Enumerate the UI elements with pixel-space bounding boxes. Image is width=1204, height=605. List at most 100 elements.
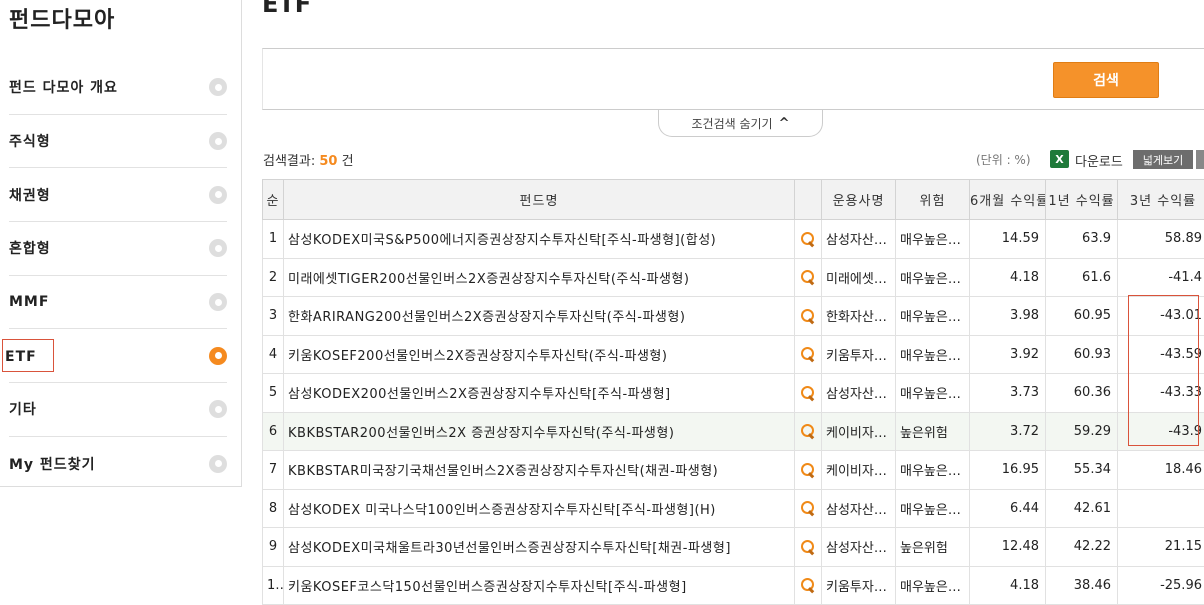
rank-cell: 9	[262, 527, 284, 567]
table-row[interactable]: 3 한화ARIRANG200선물인버스2X증권상장지수투자신탁(주식-파생형) 한화…	[262, 296, 1204, 336]
magnifier-icon[interactable]	[800, 308, 816, 324]
col-header-risk[interactable]: 위험	[895, 179, 970, 220]
table-body: 1 삼성KODEX미국S&P500에너지증권상장지수투자신탁[주식-파생형](합성…	[262, 219, 1204, 605]
detail-search-icon[interactable]	[794, 373, 822, 413]
table-row[interactable]: 5 삼성KODEX200선물인버스2X증권상장지수투자신탁[주식-파생형] 삼성자산…	[262, 373, 1204, 413]
fund-table: 순 펀드명 운용사명 위험 6개월 수익률 1년 수익률 3년 수익률 1 삼성K…	[262, 179, 1204, 605]
return-3y-cell: -43.9	[1117, 411, 1204, 451]
fund-name-cell[interactable]: 미래에셋TIGER200선물인버스2X증권상장지수투자신탁(주식-파생형)	[283, 257, 795, 297]
radio-dot-icon	[209, 454, 227, 473]
detail-search-icon[interactable]	[794, 296, 822, 336]
detail-search-icon[interactable]	[794, 488, 822, 528]
fund-name-cell[interactable]: 삼성KODEX 미국나스닥100인버스증권상장지수투자신탁[주식-파생형](H)	[283, 488, 795, 528]
detail-search-icon[interactable]	[794, 334, 822, 374]
table-row[interactable]: 4 키움KOSEF200선물인버스2X증권상장지수투자신탁(주식-파생형) 키움투자…	[262, 334, 1204, 374]
detail-search-icon[interactable]	[794, 450, 822, 490]
fund-name-cell[interactable]: 삼성KODEX200선물인버스2X증권상장지수투자신탁[주식-파생형]	[283, 373, 795, 413]
return-6m-cell: 6.44	[969, 488, 1046, 528]
excel-icon[interactable]: X	[1050, 150, 1069, 168]
table-row[interactable]: 8 삼성KODEX 미국나스닥100인버스증권상장지수투자신탁[주식-파생형](H…	[262, 488, 1204, 528]
sidebar-item-label: ETF	[2, 339, 54, 373]
manager-cell: 키움투자자산운용	[821, 334, 896, 374]
magnifier-icon[interactable]	[800, 500, 816, 516]
radio-dot-icon	[209, 78, 227, 97]
result-label: 검색결과:	[263, 154, 316, 169]
table-row[interactable]: 1 삼성KODEX미국S&P500에너지증권상장지수투자신탁[주식-파생형](합성…	[262, 219, 1204, 259]
col-header-rank[interactable]: 순	[262, 179, 284, 220]
result-count: 50	[319, 154, 338, 169]
col-header-return-1y[interactable]: 1년 수익률	[1045, 179, 1118, 220]
download-link[interactable]: 다운로드	[1075, 151, 1123, 170]
magnifier-icon[interactable]	[800, 423, 816, 439]
table-header-row: 순 펀드명 운용사명 위험 6개월 수익률 1년 수익률 3년 수익률	[262, 179, 1204, 220]
manager-cell: 삼성자산운용	[821, 488, 896, 528]
risk-cell: 매우높은위험	[895, 488, 970, 528]
sidebar-item-mmf[interactable]: MMF	[9, 276, 227, 330]
return-1y-cell: 42.22	[1045, 527, 1118, 567]
magnifier-icon[interactable]	[800, 385, 816, 401]
hide-conditions-toggle[interactable]: 조건검색 숨기기 ^	[658, 110, 823, 137]
return-6m-cell: 3.72	[969, 411, 1046, 451]
magnifier-icon[interactable]	[800, 231, 816, 247]
fund-name-cell[interactable]: KBKBSTAR미국장기국채선물인버스2X증권상장지수투자신탁(채권-파생형)	[283, 450, 795, 490]
magnifier-icon[interactable]	[800, 269, 816, 285]
fund-name-cell[interactable]: 키움KOSEF코스닥150선물인버스증권상장지수투자신탁[주식-파생형]	[283, 565, 795, 605]
return-6m-cell: 14.59	[969, 219, 1046, 259]
wide-view-button[interactable]: 넓게보기	[1133, 150, 1193, 169]
detail-search-icon[interactable]	[794, 527, 822, 567]
fund-name-cell[interactable]: 한화ARIRANG200선물인버스2X증권상장지수투자신탁(주식-파생형)	[283, 296, 795, 336]
fund-name-cell[interactable]: KBKBSTAR200선물인버스2X 증권상장지수투자신탁(주식-파생형)	[283, 411, 795, 451]
detail-search-icon[interactable]	[794, 565, 822, 605]
return-3y-cell: -43.01	[1117, 296, 1204, 336]
detail-search-icon[interactable]	[794, 411, 822, 451]
sidebar-item-mixed[interactable]: 혼합형	[9, 222, 227, 276]
result-unit: 건	[341, 154, 354, 169]
sidebar-item-etf[interactable]: ETF	[2, 329, 227, 384]
fund-name-cell[interactable]: 삼성KODEX미국S&P500에너지증권상장지수투자신탁[주식-파생형](합성)	[283, 219, 795, 259]
fund-name-cell[interactable]: 키움KOSEF200선물인버스2X증권상장지수투자신탁(주식-파생형)	[283, 334, 795, 374]
manager-cell: 케이비자산운용	[821, 450, 896, 490]
table-row[interactable]: 6 KBKBSTAR200선물인버스2X 증권상장지수투자신탁(주식-파생형) 케이…	[262, 411, 1204, 451]
fund-name-cell[interactable]: 삼성KODEX미국채울트라30년선물인버스증권상장지수투자신탁[채권-파생형]	[283, 527, 795, 567]
return-1y-cell: 38.46	[1045, 565, 1118, 605]
col-header-return-6m[interactable]: 6개월 수익률	[969, 179, 1046, 220]
wide-view-extra-button[interactable]	[1196, 150, 1204, 169]
table-row[interactable]: 2 미래에셋TIGER200선물인버스2X증권상장지수투자신탁(주식-파생형) 미래…	[262, 257, 1204, 297]
manager-cell: 한화자산운용	[821, 296, 896, 336]
sidebar-item-label: 펀드 다모아 개요	[9, 80, 118, 97]
detail-search-icon[interactable]	[794, 257, 822, 297]
return-6m-cell: 4.18	[969, 257, 1046, 297]
risk-cell: 매우높은위험	[895, 373, 970, 413]
risk-cell: 매우높은위험	[895, 296, 970, 336]
radio-dot-icon	[209, 293, 227, 312]
sidebar-item-label: My 펀드찾기	[9, 456, 96, 473]
return-6m-cell: 16.95	[969, 450, 1046, 490]
sidebar-item-bond[interactable]: 채권형	[9, 168, 227, 223]
detail-search-icon[interactable]	[794, 219, 822, 259]
return-6m-cell: 4.18	[969, 565, 1046, 605]
sidebar-item-my-fund[interactable]: My 펀드찾기	[9, 437, 227, 491]
table-row[interactable]: 9 삼성KODEX미국채울트라30년선물인버스증권상장지수투자신탁[채권-파생형]…	[262, 527, 1204, 567]
sidebar-item-overview[interactable]: 펀드 다모아 개요	[9, 61, 227, 115]
table-row[interactable]: 7 KBKBSTAR미국장기국채선물인버스2X증권상장지수투자신탁(채권-파생형)…	[262, 450, 1204, 490]
table-row[interactable]: 10 키움KOSEF코스닥150선물인버스증권상장지수투자신탁[주식-파생형] 키움…	[262, 565, 1204, 605]
col-header-fund-name[interactable]: 펀드명	[283, 179, 795, 220]
return-3y-cell	[1117, 488, 1204, 528]
rank-cell: 10	[262, 565, 284, 605]
risk-cell: 높은위험	[895, 527, 970, 567]
col-header-return-3y[interactable]: 3년 수익률	[1117, 179, 1204, 220]
manager-cell: 미래에셋자산운용	[821, 257, 896, 297]
sidebar-item-label: MMF	[9, 294, 50, 311]
magnifier-icon[interactable]	[800, 539, 816, 555]
sidebar-item-other[interactable]: 기타	[9, 383, 227, 437]
col-header-manager[interactable]: 운용사명	[821, 179, 896, 220]
manager-cell: 케이비자산운용	[821, 411, 896, 451]
magnifier-icon[interactable]	[800, 462, 816, 478]
risk-cell: 매우높은위험	[895, 450, 970, 490]
search-button[interactable]: 검색	[1053, 62, 1159, 98]
magnifier-icon[interactable]	[800, 346, 816, 362]
risk-cell: 매우높은위험	[895, 219, 970, 259]
magnifier-icon[interactable]	[800, 577, 816, 593]
sidebar-item-stock[interactable]: 주식형	[9, 115, 227, 169]
return-3y-cell: 18.46	[1117, 450, 1204, 490]
